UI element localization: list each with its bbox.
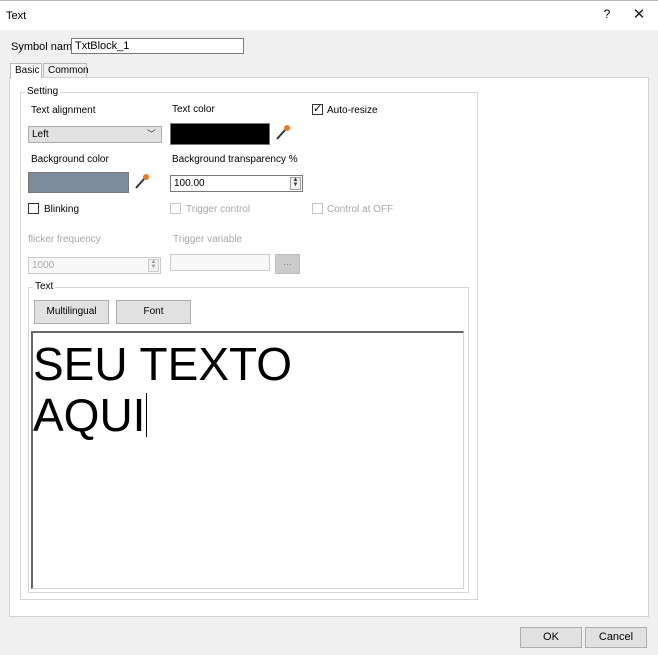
pipette-icon[interactable]: [133, 172, 151, 190]
text-content-line-1: SEU TEXTO: [33, 338, 293, 390]
trigger-variable-browse-button[interactable]: ...: [275, 254, 300, 274]
text-caret: [146, 393, 148, 437]
tab-common[interactable]: Common: [43, 63, 89, 78]
text-content: SEU TEXTO AQUI: [33, 339, 463, 441]
control-at-off-checkbox[interactable]: [312, 203, 323, 214]
text-legend: Text: [33, 281, 56, 292]
font-button[interactable]: Font: [116, 300, 191, 324]
flicker-frequency-input[interactable]: 1000: [28, 257, 161, 274]
blinking-label: Blinking: [44, 204, 80, 215]
setting-legend: Setting: [25, 86, 61, 97]
background-transparency-value: 100.00: [174, 178, 205, 189]
text-alignment-label: Text alignment: [31, 105, 96, 116]
text-color-label: Text color: [172, 104, 215, 115]
background-color-label: Background color: [31, 154, 109, 165]
text-content-line-2: AQUI: [33, 389, 146, 441]
text-content-editor[interactable]: SEU TEXTO AQUI: [31, 331, 464, 589]
cancel-button[interactable]: Cancel: [585, 627, 647, 648]
help-button[interactable]: ?: [600, 7, 614, 21]
window-title: Text: [6, 10, 27, 22]
chevron-down-icon: ﹀: [146, 129, 156, 139]
tab-basic[interactable]: Basic: [10, 63, 42, 79]
ok-button[interactable]: OK: [520, 627, 582, 648]
spin-updown-icon[interactable]: ▲ ▼: [148, 259, 159, 272]
trigger-variable-input[interactable]: [170, 254, 270, 271]
close-button[interactable]: ✕: [630, 5, 648, 23]
text-alignment-value: Left: [32, 129, 49, 140]
background-transparency-input[interactable]: 100.00: [170, 175, 303, 192]
symbol-name-label: Symbol name: [11, 41, 79, 53]
trigger-variable-label: Trigger variable: [173, 234, 243, 245]
trigger-control-label: Trigger control: [186, 204, 251, 215]
trigger-control-checkbox[interactable]: [170, 203, 181, 214]
text-color-swatch[interactable]: [170, 123, 270, 145]
checkmark-icon: ✓: [313, 103, 323, 115]
background-transparency-label: Background transparency %: [172, 154, 298, 165]
background-color-swatch[interactable]: [28, 172, 129, 193]
spin-updown-icon[interactable]: ▲ ▼: [290, 177, 301, 190]
title-bar: Text ? ✕: [0, 0, 658, 30]
auto-resize-checkbox[interactable]: ✓: [312, 104, 323, 115]
blinking-checkbox[interactable]: [28, 203, 39, 214]
control-at-off-label: Control at OFF: [327, 204, 394, 215]
multilingual-button[interactable]: Multilingual: [34, 300, 109, 324]
symbol-name-input[interactable]: TxtBlock_1: [71, 38, 244, 54]
flicker-frequency-value: 1000: [32, 260, 55, 271]
pipette-icon[interactable]: [274, 123, 292, 141]
flicker-frequency-label: flicker frequency: [28, 234, 101, 245]
text-alignment-select[interactable]: Left ﹀: [28, 126, 162, 143]
auto-resize-label: Auto-resize: [327, 105, 378, 116]
